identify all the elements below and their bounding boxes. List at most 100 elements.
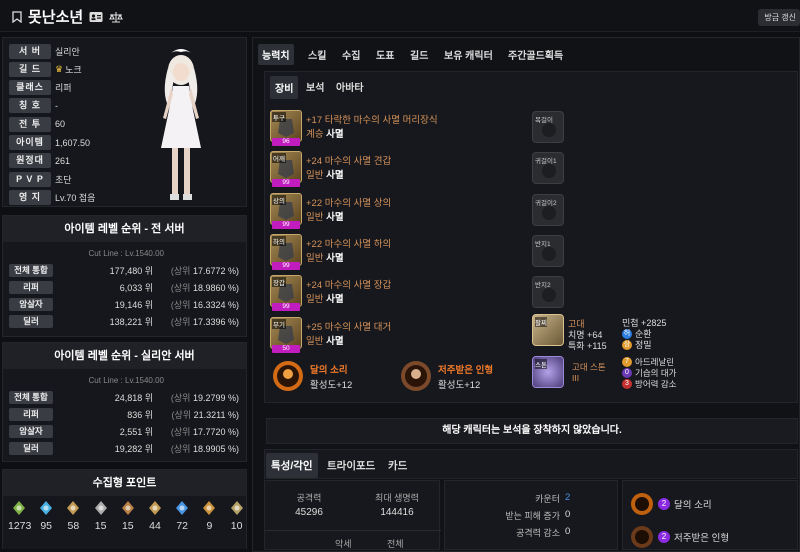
equipment-item[interactable]: 장갑 99 +24 마수의 사멸 장갑 일반 사멸 xyxy=(270,275,520,313)
profile-panel: 서 버 실리안 길 드 ♛ 노크 클래스 리퍼 칭 호-전 투 60 아이템 1,607.50 원정대… xyxy=(2,37,247,207)
equipment-item[interactable]: 무기 50 +25 마수의 사멸 대거 일반 사멸 xyxy=(270,316,520,355)
main-tab[interactable]: 수집 xyxy=(338,44,364,65)
stone-effect: 3 방어력 감소 xyxy=(622,378,676,390)
rank-percentile-value: 19.2799 %) xyxy=(192,392,239,403)
engraving-level: 2 xyxy=(658,498,670,510)
world-tree-leaf-icon[interactable] xyxy=(174,500,190,516)
rank-position: 6,033 위 xyxy=(119,282,153,293)
rank-server-title: 아이템 레벨 순위 - 실리안 서버 xyxy=(3,343,246,369)
equipment-item[interactable]: 하의 99 +22 마수의 사멸 하의 일반 사멸 xyxy=(270,233,520,272)
rank-category: 암살자 xyxy=(9,297,53,311)
equipment-item[interactable]: 어깨 99 +24 마수의 사멸 견갑 일반 사멸 xyxy=(270,151,520,189)
accessory-slot[interactable]: 귀걸이1 xyxy=(532,152,564,185)
profile-value-text: 리퍼 xyxy=(55,83,72,94)
ability-stone-slot[interactable]: 스톤 xyxy=(532,356,564,388)
engraving-book-desc: 활성도+12 xyxy=(310,380,353,391)
equipment-sub-tab[interactable]: 보석 xyxy=(302,76,328,97)
giant-heart-icon[interactable] xyxy=(93,500,109,516)
rank-position: 138,221 위 xyxy=(109,316,153,327)
rank-position: 19,282 위 xyxy=(114,443,153,454)
sea-bounty-icon[interactable] xyxy=(229,500,245,516)
equipment-name: +17 타락한 마수의 사멸 머리장식 xyxy=(306,115,438,126)
adventure-tome-icon[interactable] xyxy=(147,500,163,516)
lower-tab[interactable]: 카드 xyxy=(383,453,412,478)
engraving-book[interactable]: 저주받은 인형 활성도+12 xyxy=(400,360,520,392)
collection-count: 58 xyxy=(67,520,80,532)
rank-row: 딜러 19,282 위 (상위 18.9905 %) xyxy=(9,441,245,455)
accessory-slot[interactable]: 반지1 xyxy=(532,234,564,267)
rank-percentile-prefix: (상위 xyxy=(170,443,191,454)
equipment-set: 일반 사멸 xyxy=(306,250,344,264)
stone-effect-level: 0 xyxy=(622,368,632,378)
combat-stat-label: 공격력 감소 xyxy=(516,528,560,538)
stone-effect-level: 3 xyxy=(622,379,632,389)
equipment-slot-label: 상의 xyxy=(272,194,286,205)
bracelet-effect-1-badge: 허 xyxy=(622,328,632,339)
id-card-icon[interactable] xyxy=(89,11,103,23)
equipment-sub-tab[interactable]: 장비 xyxy=(270,76,299,99)
engraving-name: 달의 소리 xyxy=(674,500,712,511)
equipment-item[interactable]: 상의 99 +22 마수의 사멸 상의 일반 사멸 xyxy=(270,192,520,231)
great-painting-icon[interactable] xyxy=(65,500,81,516)
lower-tab[interactable]: 특성/각인 xyxy=(266,453,318,478)
main-tab[interactable]: 길드 xyxy=(406,44,432,65)
equipment-sub-tab[interactable]: 아바타 xyxy=(332,76,368,97)
equipment-set: 일반 사멸 xyxy=(306,167,344,181)
engraving-row[interactable]: 2 달의 소리 xyxy=(630,490,790,518)
rank-percentile-prefix: (상위 xyxy=(170,282,191,293)
profile-row: 아이템 1,607.50 xyxy=(9,135,90,151)
profile-value: 60 xyxy=(55,119,65,129)
profile-row: P V P 초단 xyxy=(9,171,72,187)
profile-value-text: 1,607.50 xyxy=(55,137,91,148)
profile-value: Lv.70 접음 xyxy=(55,191,95,204)
rank-percentile-prefix: (상위 xyxy=(170,316,191,327)
equipment-name: +22 마수의 사멸 하의 xyxy=(306,238,392,250)
main-tab[interactable]: 도표 xyxy=(372,44,398,65)
mokoko-seed-icon[interactable] xyxy=(11,500,27,516)
orpheus-star-icon[interactable] xyxy=(201,500,217,516)
equipment-icon: 하의 99 xyxy=(270,233,302,270)
rank-percentile-prefix: (상위 xyxy=(170,265,191,276)
main-tab[interactable]: 보유 캐릭터 xyxy=(440,44,497,65)
empty-slot-icon xyxy=(542,205,556,220)
profile-row: 영 지 Lv.70 접음 xyxy=(9,189,95,205)
main-tab[interactable]: 스킬 xyxy=(304,44,330,65)
equipment-name: +24 마수의 사멸 장갑 xyxy=(306,280,392,292)
rank-percentile-value: 17.6772 %) xyxy=(192,265,239,276)
rank-all-title: 아이템 레벨 순위 - 전 서버 xyxy=(3,216,246,242)
scale-icon[interactable] xyxy=(109,11,124,23)
rank-row: 딜러 138,221 위 (상위 17.3396 %) xyxy=(9,314,245,328)
ability-stone-slot-label: 스톤 xyxy=(535,359,547,369)
refresh-button[interactable]: 방금 갱신 xyxy=(758,9,800,26)
bookmark-icon[interactable] xyxy=(12,10,22,23)
lower-tab[interactable]: 트라이포드 xyxy=(322,453,380,478)
ignea-token-icon[interactable] xyxy=(120,500,136,516)
equipment-icon: 투구 96 xyxy=(270,110,302,146)
profile-row: 길 드 ♛ 노크 xyxy=(9,61,82,77)
profile-value-text: 초단 xyxy=(55,174,72,185)
rank-percentile: (상위 18.9905 %) xyxy=(171,442,239,455)
equipment-set-name: 사멸 xyxy=(326,129,344,140)
bracelet-slot[interactable]: 팔찌 xyxy=(532,314,564,346)
equipment-item[interactable]: 투구 96 +17 타락한 마수의 사멸 머리장식 계승 사멸 xyxy=(270,110,520,148)
engraving-book[interactable]: 달의 소리 활성도+12 xyxy=(272,360,392,392)
page-header: 못난소년 방금 갱신 xyxy=(0,0,800,32)
accessory-slot[interactable]: 반지2 xyxy=(532,276,564,309)
rank-row: 전체 통합 177,480 위 (상위 17.6772 %) xyxy=(9,263,245,277)
main-tab[interactable]: 능력치 xyxy=(258,44,294,65)
quality-bar: 99 xyxy=(272,220,300,229)
combat-stat-value: 2 xyxy=(565,492,571,503)
collection-count: 72 xyxy=(176,520,189,532)
accessory-slot[interactable]: 목걸이 xyxy=(532,111,564,143)
main-tab[interactable]: 주간골드획득 xyxy=(504,44,567,65)
collection-count: 10 xyxy=(230,520,243,532)
profile-row: 서 버 실리안 xyxy=(9,43,80,59)
equipment-tier: 일반 xyxy=(306,252,324,264)
collection-count: 95 xyxy=(40,520,53,532)
accessory-slot[interactable]: 귀걸이2 xyxy=(532,193,564,226)
engraving-row[interactable]: 2 저주받은 인형 xyxy=(630,523,790,551)
profile-value: - xyxy=(55,101,58,111)
engraving-emblem-icon xyxy=(273,361,303,391)
island-heart-icon[interactable] xyxy=(38,500,54,516)
equipment-set-name: 사멸 xyxy=(326,294,344,306)
